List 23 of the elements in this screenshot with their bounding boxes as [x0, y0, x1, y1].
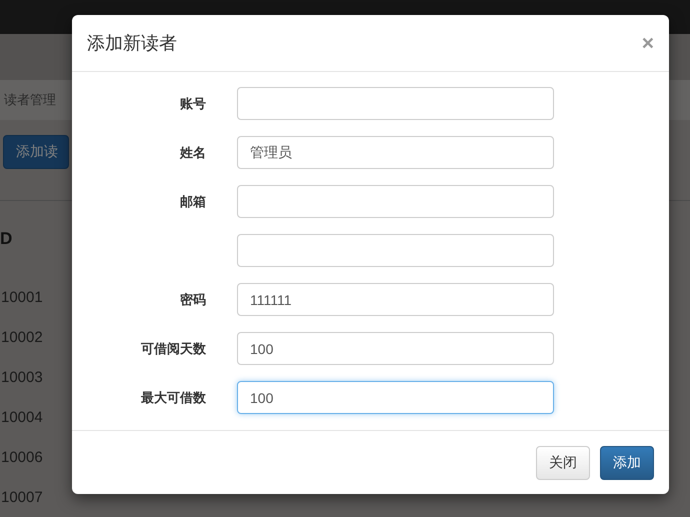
input-field[interactable] [237, 185, 554, 218]
input-field[interactable] [237, 234, 554, 267]
table-cell: 10001 [1, 288, 43, 306]
field-label: 邮箱 [180, 194, 206, 208]
input-field[interactable]: 100 [237, 381, 554, 414]
column-header: D [0, 229, 12, 249]
table-cell: 10006 [1, 448, 43, 466]
table-cell: 10004 [1, 408, 43, 426]
field-label: 可借阅天数 [141, 340, 206, 356]
field-label: 账号 [180, 96, 206, 110]
close-button[interactable]: 关闭 [536, 446, 590, 480]
dialog-title: 添加新读者 [87, 32, 177, 55]
input-field[interactable] [237, 87, 554, 120]
table-cell: 10002 [1, 328, 43, 346]
input-field[interactable]: 管理员 [237, 136, 554, 169]
table-cell: 10007 [1, 488, 43, 506]
field-label: 姓名 [180, 144, 206, 160]
add-button[interactable]: 添加 [600, 446, 654, 480]
input-field[interactable]: 100 [237, 332, 554, 365]
input-field[interactable]: 111111 [237, 283, 554, 316]
table-cell: 10003 [1, 368, 43, 386]
field-label: 最大可借数 [141, 390, 206, 404]
field-label: 密码 [180, 292, 206, 306]
